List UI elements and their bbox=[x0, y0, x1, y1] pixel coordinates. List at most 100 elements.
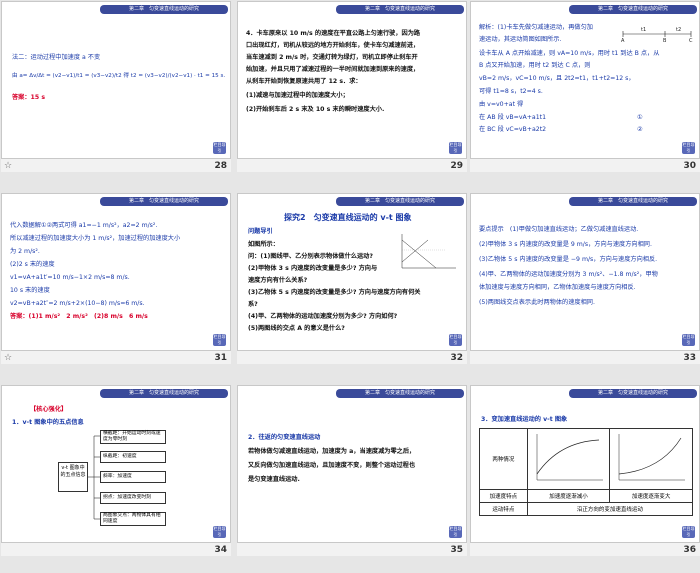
info-box: 两图象交点：两物体具有相同速度 bbox=[100, 512, 166, 526]
star-icon[interactable]: ☆ bbox=[4, 353, 12, 363]
text-line: 在 BC 段 vC=vB+a2t2 bbox=[479, 126, 547, 133]
slide-page: 第二章 匀变速直线运动的研究 2．往返的匀变速直线运动 若物体做匀减速直线运动，… bbox=[237, 385, 467, 543]
chapter-header: 第二章 匀变速直线运动的研究 bbox=[569, 5, 697, 14]
info-box: 斜率：加速度 bbox=[100, 471, 166, 483]
nav-button[interactable]: 栏目导引 bbox=[213, 334, 226, 346]
text-line: 从刹车开始到恢复原速共用了 12 s．求： bbox=[246, 78, 362, 85]
chapter-header: 第二章 匀变速直线运动的研究 bbox=[336, 197, 464, 206]
slide-thumbnail-32[interactable]: 第二章 匀变速直线运动的研究 探究2 匀变速直线运动的 v-t 图象 问题导引 … bbox=[237, 193, 467, 364]
slide-thumbnail-29[interactable]: 第二章 匀变速直线运动的研究 4．卡车原来以 10 m/s 的速度在平直公路上匀… bbox=[237, 1, 467, 172]
slide-page: 第二章 匀变速直线运动的研究 探究2 匀变速直线运动的 v-t 图象 问题导引 … bbox=[237, 193, 467, 351]
info-box: 纵截距：初速度 bbox=[100, 451, 166, 463]
slide-page: 第二章 匀变速直线运动的研究 【核心强化】 1．v-t 图象中的五点信息 v-t… bbox=[1, 385, 231, 543]
section-title: 3．变加速直线运动的 v-t 图象 bbox=[481, 416, 568, 423]
text-line: (5)两图线的交点 A 的意义是什么? bbox=[248, 325, 345, 332]
slide-thumbnail-33[interactable]: 第二章 匀变速直线运动的研究 要点提示 (1)甲做匀加速直线运动；乙做匀减速直线… bbox=[470, 193, 700, 364]
slide-thumbnail-31[interactable]: 第二章 匀变速直线运动的研究 代入数据解①②两式可得 a1=−1 m/s²，a2… bbox=[1, 193, 231, 364]
slide-number: 35 bbox=[450, 545, 463, 555]
cell-text: 沿正方向的变加速直线运动 bbox=[526, 502, 694, 516]
slide-page: 第二章 匀变速直线运动的研究 法二：运动过程中加速度 a 不变 由 a= Δv/… bbox=[1, 1, 231, 159]
text-line: (5)两图线交点表示此时两物体的速度相同. bbox=[479, 299, 595, 306]
nav-button[interactable]: 栏目导引 bbox=[682, 142, 695, 154]
slide-thumbnail-28[interactable]: 第二章 匀变速直线运动的研究 法二：运动过程中加速度 a 不变 由 a= Δv/… bbox=[1, 1, 231, 172]
graph-cell-b bbox=[609, 428, 693, 490]
text-line: 问：(1)图线甲、乙分别表示物体做什么运动? bbox=[248, 253, 373, 260]
vt-curve-increasing bbox=[619, 434, 686, 481]
nav-button[interactable]: 栏目导引 bbox=[213, 526, 226, 538]
text-line: 所以减速过程的加速度大小为 1 m/s²，加速过程的加速度大小 bbox=[10, 235, 181, 242]
slide-page: 第二章 匀变速直线运动的研究 代入数据解①②两式可得 a1=−1 m/s²，a2… bbox=[1, 193, 231, 351]
slide-number: 30 bbox=[683, 161, 696, 171]
slide-thumbnail-30[interactable]: 第二章 匀变速直线运动的研究 解析：(1)卡车先做匀减速运动，再做匀加 速运动，… bbox=[470, 1, 700, 172]
chapter-header: 第二章 匀变速直线运动的研究 bbox=[100, 5, 228, 14]
slide-number: 31 bbox=[214, 353, 227, 363]
nav-button[interactable]: 栏目导引 bbox=[449, 142, 462, 154]
motion-diagram: t1 t2 A B C bbox=[621, 27, 693, 42]
text-line: (4)甲、乙两物体的运动加速度分别为多少? 方向如何? bbox=[248, 313, 398, 320]
text-line: 由 v=v0+at 得 bbox=[479, 101, 524, 108]
slide-page: 第二章 匀变速直线运动的研究 4．卡车原来以 10 m/s 的速度在平直公路上匀… bbox=[237, 1, 467, 159]
cell-text: 加速度逐渐变大 bbox=[609, 489, 693, 503]
text-line: 要点提示 (1)甲做匀加速直线运动；乙做匀减速直线运动. bbox=[479, 226, 639, 233]
text-line: (1)减速与加速过程中的加速度大小； bbox=[246, 92, 349, 99]
text-line: 为 2 m/s². bbox=[10, 248, 40, 255]
row-header: 加速度特点 bbox=[479, 489, 528, 503]
text-line: 又反向做匀加速直线运动，且加速度不变，则整个运动过程也 bbox=[248, 462, 416, 469]
section-subtitle: 问题导引 bbox=[248, 228, 273, 235]
answer-text: 答案：(1)1 m/s² 2 m/s² (2)8 m/s 6 m/s bbox=[10, 313, 148, 320]
graph-cell-a bbox=[526, 428, 611, 490]
brace-lines bbox=[88, 435, 100, 520]
text-line: 系? bbox=[248, 301, 258, 308]
text-line: (2)甲物体 3 s 内速度的改变量是 9 m/s，方向与速度方向相同. bbox=[479, 241, 652, 248]
vt-curve-decreasing bbox=[536, 434, 603, 481]
slide-thumbnail-35[interactable]: 第二章 匀变速直线运动的研究 2．往返的匀变速直线运动 若物体做匀减速直线运动，… bbox=[237, 385, 467, 556]
slide-number: 36 bbox=[683, 545, 696, 555]
slide-page: 第二章 匀变速直线运动的研究 3．变加速直线运动的 v-t 图象 两种情况 加速… bbox=[470, 385, 700, 543]
nav-button[interactable]: 栏目导引 bbox=[682, 334, 695, 346]
text-line: (2)甲物体 3 s 内速度的改变量是多少? 方向与 bbox=[248, 265, 378, 272]
text-line: 若物体做匀减速直线运动，加速度为 a，当速度减为零之后， bbox=[248, 448, 416, 455]
point-c-label: C bbox=[689, 38, 693, 42]
chapter-header: 第二章 匀变速直线运动的研究 bbox=[336, 5, 464, 14]
t1-label: t1 bbox=[641, 27, 646, 33]
text-line: (3)乙物体 5 s 内速度的改变量是 −9 m/s，方向与速度方向相反. bbox=[479, 256, 658, 263]
slide-number: 34 bbox=[214, 545, 227, 555]
chapter-header: 第二章 匀变速直线运动的研究 bbox=[569, 389, 697, 398]
text-line: B 点又开始加速，用时 t2 到达 C 点，则 bbox=[479, 62, 591, 69]
slide-thumbnail-36[interactable]: 第二章 匀变速直线运动的研究 3．变加速直线运动的 v-t 图象 两种情况 加速… bbox=[470, 385, 700, 556]
nav-button[interactable]: 栏目导引 bbox=[682, 526, 695, 538]
chapter-header: 第二章 匀变速直线运动的研究 bbox=[100, 197, 228, 206]
text-line: 设卡车从 A 点开始减速，则 vA=10 m/s，用时 t1 到达 B 点，从 bbox=[479, 50, 660, 57]
text-line: 体加速度与速度方向相同，乙物体加速度与速度方向相反. bbox=[479, 284, 636, 291]
slide-number: 28 bbox=[214, 161, 227, 171]
equation-mark: ② bbox=[637, 126, 643, 133]
point-b-label: B bbox=[663, 38, 667, 42]
text-line: 解析：(1)卡车先做匀减速运动，再做匀加 bbox=[479, 24, 593, 31]
text-line: 由 a= Δv/Δt = (v2−v1)/t1 = (v3−v2)/t2 得 t… bbox=[12, 73, 226, 79]
section-title: 探究2 匀变速直线运动的 v-t 图象 bbox=[284, 213, 412, 222]
text-line: 速运动，其运动简图如图所示. bbox=[479, 36, 562, 43]
text-line: (2)开始刹车后 2 s 末及 10 s 末的瞬时速度大小. bbox=[246, 106, 385, 113]
equation-mark: ① bbox=[637, 114, 643, 121]
slide-number: 32 bbox=[450, 353, 463, 363]
text-line: v2=vB+a2t″=2 m/s+2×(10−8) m/s=6 m/s. bbox=[10, 300, 145, 307]
nav-button[interactable]: 栏目导引 bbox=[449, 526, 462, 538]
text-line: 口出现红灯，司机从较远的地方开始刹车，使卡车匀减速前进， bbox=[246, 42, 420, 49]
text-line: v1=vA+a1t′=10 m/s−1×2 m/s=8 m/s. bbox=[10, 274, 130, 281]
slide-page: 第二章 匀变速直线运动的研究 解析：(1)卡车先做匀减速运动，再做匀加 速运动，… bbox=[470, 1, 700, 159]
info-box: 横截距：开始运动时刻或速度为零时刻 bbox=[100, 430, 166, 444]
t2-label: t2 bbox=[676, 27, 681, 33]
text-line: 在 AB 段 vB=vA+a1t1 bbox=[479, 114, 547, 121]
text-line: vB=2 m/s，vC=10 m/s，且 2t2=t1，t1+t2=12 s， bbox=[479, 75, 635, 82]
text-line: 是匀变速直线运动. bbox=[248, 476, 300, 483]
text-line: (4)甲、乙两物体的运动加速度分别为 3 m/s²、−1.8 m/s²，甲物 bbox=[479, 271, 658, 278]
nav-button[interactable]: 栏目导引 bbox=[449, 334, 462, 346]
slide-page: 第二章 匀变速直线运动的研究 要点提示 (1)甲做匀加速直线运动；乙做匀减速直线… bbox=[470, 193, 700, 351]
slide-thumbnail-34[interactable]: 第二章 匀变速直线运动的研究 【核心强化】 1．v-t 图象中的五点信息 v-t… bbox=[1, 385, 231, 556]
text-line: 当车速减到 2 m/s 时，交通灯转为绿灯，司机立即停止刹车开 bbox=[246, 54, 418, 61]
slide-number: 29 bbox=[450, 161, 463, 171]
text-line: (3)乙物体 5 s 内速度的改变量是多少? 方向与速度方向有何关 bbox=[248, 289, 421, 296]
section-subtitle: 2．往返的匀变速直线运动 bbox=[248, 434, 321, 441]
nav-button[interactable]: 栏目导引 bbox=[213, 142, 226, 154]
star-icon[interactable]: ☆ bbox=[4, 161, 12, 171]
